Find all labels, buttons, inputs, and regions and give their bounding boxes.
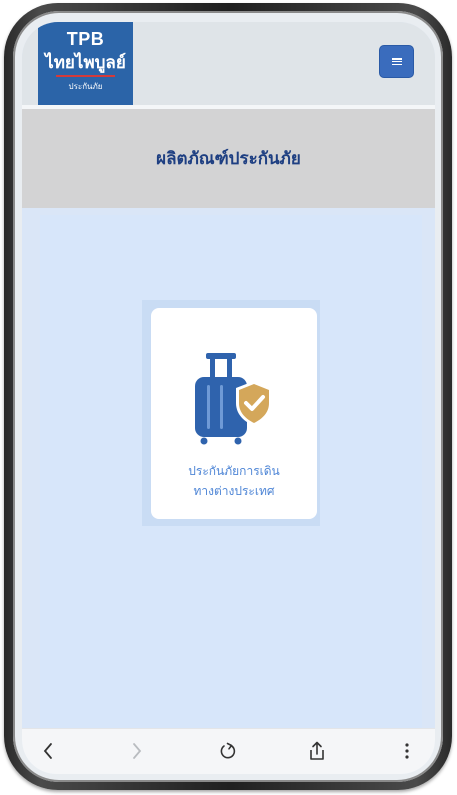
- brand-logo[interactable]: TPB ไทยไพบูลย์ ประกันภัย: [38, 22, 133, 105]
- forward-icon: [133, 743, 142, 759]
- logo-thai-text: ไทยไพบูลย์: [45, 53, 126, 73]
- share-button[interactable]: [305, 739, 329, 763]
- page-title: ผลิตภัณฑ์ประกันภัย: [156, 149, 301, 169]
- reload-button[interactable]: [216, 739, 240, 763]
- forward-button[interactable]: [125, 739, 149, 763]
- hamburger-menu-icon: [391, 58, 402, 66]
- title-band: ผลิตภัณฑ์ประกันภัย: [22, 109, 435, 208]
- browser-toolbar: [22, 728, 435, 774]
- logo-subtitle: ประกันภัย: [68, 82, 103, 91]
- product-label: ประกันภัยการเดิน ทางต่างประเทศ: [151, 461, 317, 501]
- back-icon: [43, 743, 52, 759]
- more-icon: [405, 743, 409, 759]
- product-card-wrapper: ประกันภัยการเดิน ทางต่างประเทศ: [142, 300, 320, 526]
- product-label-line1: ประกันภัยการเดิน: [188, 464, 280, 478]
- back-button[interactable]: [36, 739, 60, 763]
- product-label-line2: ทางต่างประเทศ: [193, 484, 275, 498]
- more-button[interactable]: [395, 739, 419, 763]
- phone-screen: TPB ไทยไพบูลย์ ประกันภัย ผลิตภัณฑ์ประกัน…: [22, 22, 435, 774]
- luggage-shield-icon: [195, 353, 272, 445]
- share-icon: [310, 741, 324, 760]
- menu-button[interactable]: [379, 45, 414, 78]
- logo-tpb-text: TPB: [66, 29, 105, 49]
- reload-icon: [220, 742, 236, 759]
- logo-divider: [56, 75, 115, 77]
- product-card-travel-insurance[interactable]: ประกันภัยการเดิน ทางต่างประเทศ: [151, 308, 317, 519]
- product-grid: ประกันภัยการเดิน ทางต่างประเทศ: [40, 215, 422, 728]
- top-bar: TPB ไทยไพบูลย์ ประกันภัย: [22, 22, 435, 105]
